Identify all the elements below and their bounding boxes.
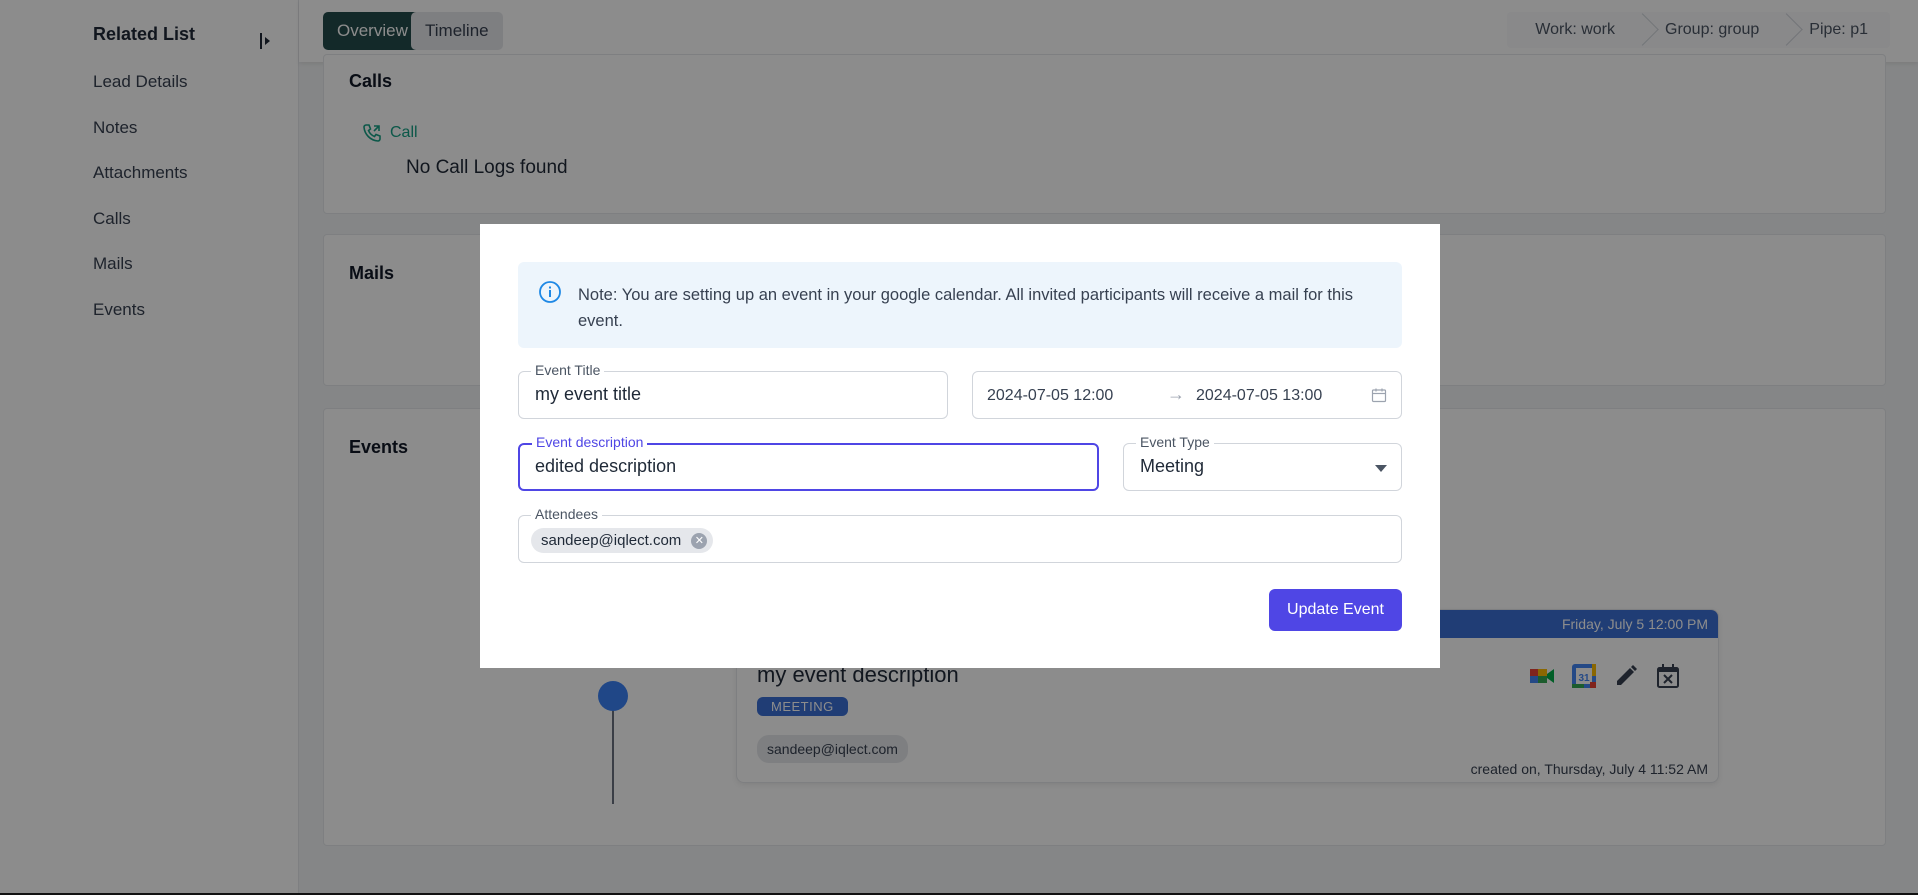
event-title-label: Event Title: [531, 362, 605, 378]
attendee-chip-label: sandeep@iqlect.com: [541, 532, 682, 549]
start-date-input[interactable]: 2024-07-05 12:00: [987, 387, 1113, 405]
info-note: Note: You are setting up an event in you…: [518, 262, 1402, 348]
event-title-field[interactable]: Event Title my event title: [518, 362, 948, 419]
attendees-field[interactable]: Attendees sandeep@iqlect.com ✕: [518, 506, 1402, 563]
event-title-value[interactable]: my event title: [535, 384, 641, 405]
info-note-text: Note: You are setting up an event in you…: [578, 286, 1354, 330]
event-type-select[interactable]: Event Type Meeting: [1123, 434, 1402, 491]
update-event-button[interactable]: Update Event: [1269, 589, 1402, 631]
remove-attendee-icon[interactable]: ✕: [691, 533, 708, 549]
calendar-icon[interactable]: [1371, 387, 1387, 403]
event-description-value[interactable]: edited description: [535, 456, 676, 477]
edit-event-modal: Note: You are setting up an event in you…: [480, 224, 1440, 668]
event-description-field[interactable]: Event description edited description: [518, 434, 1099, 491]
end-date-input[interactable]: 2024-07-05 13:00: [1196, 387, 1322, 405]
info-icon: [538, 280, 562, 304]
arrow-right-icon: →: [1167, 384, 1185, 404]
event-type-value: Meeting: [1140, 456, 1205, 476]
caret-down-icon[interactable]: [1375, 465, 1387, 472]
date-range-picker[interactable]: 2024-07-05 12:00 → 2024-07-05 13:00: [972, 371, 1402, 419]
attendee-chip: sandeep@iqlect.com ✕: [531, 528, 714, 553]
attendees-label: Attendees: [531, 506, 603, 522]
event-description-label: Event description: [532, 434, 648, 450]
event-type-label: Event Type: [1136, 434, 1214, 450]
